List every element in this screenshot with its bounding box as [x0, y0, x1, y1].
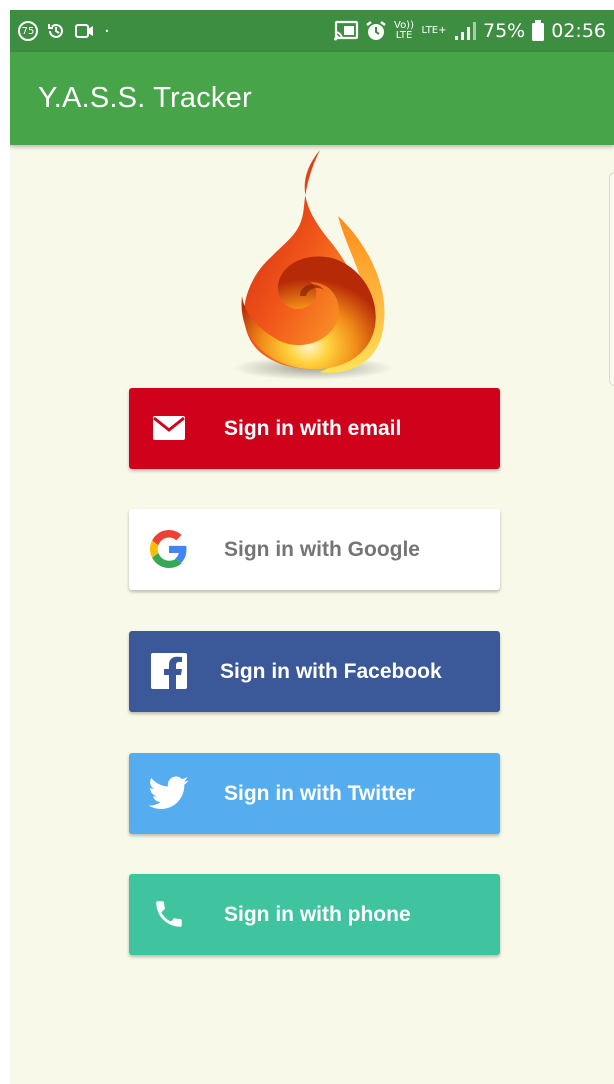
google-icon — [149, 529, 189, 569]
sign-in-phone-button[interactable]: Sign in with phone — [129, 874, 500, 955]
app-title: Y.A.S.S. Tracker — [38, 82, 252, 114]
sign-in-facebook-label: Sign in with Facebook — [220, 659, 442, 683]
device-screen: 75 · Vo)) LTE LTE+ 75% 02:56 Y.A.S.S. Tr… — [10, 10, 614, 1084]
app-bar: Y.A.S.S. Tracker — [10, 52, 614, 145]
volte-icon: Vo)) LTE — [394, 20, 414, 41]
flame-logo-icon — [233, 150, 393, 380]
lte-icon: LTE+ — [421, 25, 447, 36]
sign-in-email-label: Sign in with email — [224, 416, 402, 440]
sign-in-facebook-button[interactable]: Sign in with Facebook — [129, 631, 500, 712]
video-icon — [75, 24, 93, 38]
battery-percent: 75% — [483, 20, 526, 42]
phone-icon — [149, 894, 189, 934]
signal-icon — [455, 22, 476, 40]
sign-in-google-label: Sign in with Google — [224, 537, 420, 561]
sign-in-twitter-label: Sign in with Twitter — [224, 781, 415, 805]
envelope-icon — [149, 408, 189, 448]
sign-in-phone-label: Sign in with phone — [224, 902, 411, 926]
status-time: 02:56 — [551, 20, 606, 42]
twitter-bird-icon — [149, 773, 189, 813]
status-bar-left: 75 · — [18, 21, 110, 42]
facebook-icon — [149, 651, 189, 691]
history-icon — [48, 23, 63, 38]
scroll-indicator — [609, 172, 614, 386]
notification-count-icon: 75 — [18, 21, 38, 41]
sign-in-google-button[interactable]: Sign in with Google — [129, 509, 500, 590]
notification-count: 75 — [21, 25, 35, 37]
alarm-icon — [366, 21, 386, 40]
sign-in-email-button[interactable]: Sign in with email — [129, 388, 500, 469]
dot-icon: · — [104, 20, 110, 42]
cast-icon — [334, 20, 359, 41]
sign-in-twitter-button[interactable]: Sign in with Twitter — [129, 753, 500, 834]
status-bar-right: Vo)) LTE LTE+ 75% 02:56 — [333, 20, 606, 42]
status-bar: 75 · Vo)) LTE LTE+ 75% 02:56 — [10, 10, 614, 52]
battery-icon — [532, 20, 545, 41]
